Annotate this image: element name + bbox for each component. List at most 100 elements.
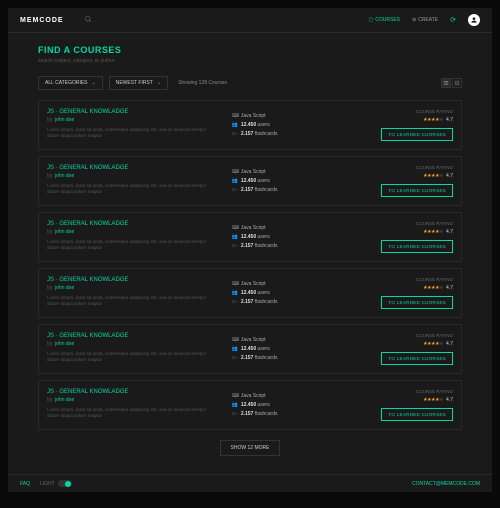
cards-icon: ▭ (232, 355, 238, 361)
page-title: FIND A COURSES (38, 45, 462, 55)
course-title[interactable]: JS - GENERAL KNOWLADGE (47, 277, 217, 283)
rating-label: COURSE RATING (416, 221, 453, 226)
course-title[interactable]: JS - GENERAL KNOWLADGE (47, 165, 217, 171)
course-title[interactable]: JS - GENERAL KNOWLADGE (47, 221, 217, 227)
course-rating: ★★★★★ 4.7 (423, 285, 453, 291)
course-description: Lorem ipsum, dolor sit amet, consectetur… (47, 127, 217, 140)
course-rating: ★★★★★ 4.7 (423, 397, 453, 403)
course-card: JS - GENERAL KNOWLADGE by: john doe Lore… (38, 324, 462, 374)
users-icon: 👥 (232, 290, 238, 296)
nav-courses[interactable]: ▢ COURSES (369, 17, 400, 23)
course-card: JS - GENERAL KNOWLADGE by: john doe Lore… (38, 156, 462, 206)
faq-link[interactable]: FAQ (20, 481, 30, 487)
chevron-down-icon: ⌄ (92, 80, 96, 86)
cards-icon: ▭ (232, 411, 238, 417)
cards-icon: ▭ (232, 187, 238, 193)
course-author: by: john doe (47, 285, 217, 291)
logo: MEMCODE (20, 17, 64, 24)
page-subtitle: search subject, category, or author (38, 58, 462, 64)
results-count: Showing 128 Courses (178, 80, 227, 86)
code-icon: ⌨ (232, 225, 238, 231)
learn-button[interactable]: TO LEARNED CUORSES (381, 184, 453, 197)
course-users: 👥12.450 users (232, 178, 329, 184)
course-description: Lorem ipsum, dolor sit amet, consectetur… (47, 295, 217, 308)
users-icon: 👥 (232, 346, 238, 352)
rating-label: COURSE RATING (416, 333, 453, 338)
cards-icon: ▭ (232, 299, 238, 305)
rating-label: COURSE RATING (416, 165, 453, 170)
code-icon: ⌨ (232, 169, 238, 175)
course-rating: ★★★★★ 4.7 (423, 173, 453, 179)
course-card: JS - GENERAL KNOWLADGE by: john doe Lore… (38, 212, 462, 262)
nav-create[interactable]: ⊕ CREATE (412, 17, 438, 23)
sort-dropdown[interactable]: NEWEST FIRST ⌄ (109, 76, 168, 90)
course-language: ⌨Java Script (232, 169, 329, 175)
learn-button[interactable]: TO LEARNED CUORSES (381, 296, 453, 309)
course-author: by: john doe (47, 397, 217, 403)
plus-icon: ⊕ (412, 17, 416, 23)
avatar[interactable] (468, 14, 480, 26)
category-dropdown[interactable]: ALL CATEGORIES ⌄ (38, 76, 103, 90)
course-users: 👥12.450 users (232, 290, 329, 296)
course-language: ⌨Java Script (232, 281, 329, 287)
course-flashcards: ▭2.157 flashcards (232, 355, 329, 361)
rating-label: COURSE RATING (416, 277, 453, 282)
course-title[interactable]: JS - GENERAL KNOWLADGE (47, 333, 217, 339)
users-icon: 👥 (232, 234, 238, 240)
header: MEMCODE ▢ COURSES ⊕ CREATE ⟳ (8, 8, 492, 33)
show-more-button[interactable]: SHOW 12 MORE (220, 440, 281, 456)
course-language: ⌨Java Script (232, 225, 329, 231)
course-language: ⌨Java Script (232, 337, 329, 343)
code-icon: ⌨ (232, 337, 238, 343)
course-title[interactable]: JS - GENERAL KNOWLADGE (47, 109, 217, 115)
course-flashcards: ▭2.157 flashcards (232, 131, 329, 137)
course-users: 👥12.450 users (232, 346, 329, 352)
course-author: by: john doe (47, 117, 217, 123)
users-icon: 👥 (232, 402, 238, 408)
code-icon: ⌨ (232, 393, 238, 399)
course-author: by: john doe (47, 341, 217, 347)
code-icon: ⌨ (232, 281, 238, 287)
users-icon: 👥 (232, 178, 238, 184)
course-users: 👥12.450 users (232, 122, 329, 128)
learn-button[interactable]: TO LEARNED CUORSES (381, 240, 453, 253)
course-card: JS - GENERAL KNOWLADGE by: john doe Lore… (38, 380, 462, 430)
cards-icon: ▭ (232, 131, 238, 137)
course-description: Lorem ipsum, dolor sit amet, consectetur… (47, 183, 217, 196)
chevron-down-icon: ⌄ (157, 80, 161, 86)
course-flashcards: ▭2.157 flashcards (232, 299, 329, 305)
rating-label: COURSE RATING (416, 109, 453, 114)
course-description: Lorem ipsum, dolor sit amet, consectetur… (47, 407, 217, 420)
search-icon[interactable] (84, 15, 92, 25)
course-users: 👥12.450 users (232, 402, 329, 408)
refresh-icon[interactable]: ⟳ (450, 16, 456, 24)
learn-button[interactable]: TO LEARNED CUORSES (381, 128, 453, 141)
course-card: JS - GENERAL KNOWLADGE by: john doe Lore… (38, 268, 462, 318)
users-icon: 👥 (232, 122, 238, 128)
course-title[interactable]: JS - GENERAL KNOWLADGE (47, 389, 217, 395)
cards-icon: ▭ (232, 243, 238, 249)
course-flashcards: ▭2.157 flashcards (232, 243, 329, 249)
course-rating: ★★★★★ 4.7 (423, 341, 453, 347)
course-author: by: john doe (47, 173, 217, 179)
course-rating: ★★★★★ 4.7 (423, 229, 453, 235)
course-flashcards: ▭2.157 flashcards (232, 411, 329, 417)
course-users: 👥12.450 users (232, 234, 329, 240)
learn-button[interactable]: TO LEARNED CUORSES (381, 352, 453, 365)
course-flashcards: ▭2.157 flashcards (232, 187, 329, 193)
rating-label: COURSE RATING (416, 389, 453, 394)
course-language: ⌨Java Script (232, 393, 329, 399)
course-rating: ★★★★★ 4.7 (423, 117, 453, 123)
theme-toggle[interactable]: LIGHT (40, 480, 72, 487)
course-language: ⌨Java Script (232, 113, 329, 119)
code-icon: ⌨ (232, 113, 238, 119)
view-list-button[interactable] (441, 78, 451, 88)
view-grid-button[interactable] (452, 78, 462, 88)
contact-link[interactable]: CONTACT@MEMCODE.COM (412, 481, 480, 487)
monitor-icon: ▢ (369, 17, 374, 23)
course-description: Lorem ipsum, dolor sit amet, consectetur… (47, 239, 217, 252)
course-card: JS - GENERAL KNOWLADGE by: john doe Lore… (38, 100, 462, 150)
course-author: by: john doe (47, 229, 217, 235)
learn-button[interactable]: TO LEARNED CUORSES (381, 408, 453, 421)
course-description: Lorem ipsum, dolor sit amet, consectetur… (47, 351, 217, 364)
